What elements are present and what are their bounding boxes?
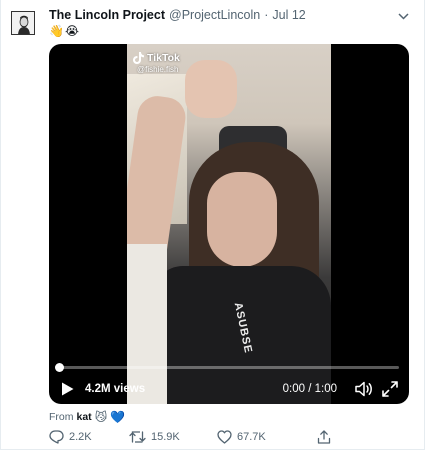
tiktok-watermark: TikTok @fishie.fish: [133, 52, 180, 74]
tiktok-brand: TikTok: [147, 52, 180, 64]
source-prefix: From: [49, 411, 74, 423]
like-button[interactable]: 67.7K: [217, 430, 317, 444]
video-player[interactable]: ASUBSE TikTok @fishie.fish 4.2M views 0:…: [49, 44, 409, 404]
crying-face-emoji: 😭: [64, 24, 79, 38]
video-controls: 4.2M views 0:00 / 1:00: [59, 378, 399, 400]
like-icon: [217, 430, 232, 444]
play-button[interactable]: [59, 381, 75, 397]
chevron-down-icon: [397, 12, 409, 20]
fullscreen-icon: [382, 381, 398, 397]
author-name[interactable]: The Lincoln Project: [49, 8, 165, 22]
avatar[interactable]: [11, 11, 35, 35]
person-fist: [185, 60, 237, 118]
reply-count: 2.2K: [69, 431, 92, 443]
share-button[interactable]: [317, 430, 331, 444]
play-icon: [61, 382, 73, 396]
video-frame: ASUBSE: [127, 44, 331, 404]
progress-handle[interactable]: [55, 363, 64, 372]
video-time: 0:00 / 1:00: [282, 383, 337, 395]
like-count: 67.7K: [237, 431, 266, 443]
share-icon: [317, 430, 331, 444]
author-handle[interactable]: @ProjectLincoln: [169, 8, 260, 22]
tweet-header: The Lincoln Project @ProjectLincoln · Ju…: [49, 8, 384, 26]
source-attribution: From kat 😼 💙: [49, 410, 125, 424]
reply-button[interactable]: 2.2K: [49, 430, 129, 444]
tweet-card: The Lincoln Project @ProjectLincoln · Ju…: [0, 0, 425, 450]
more-options-button[interactable]: [396, 9, 410, 23]
tiktok-logo-icon: [133, 52, 144, 64]
waving-hand-emoji: 👋: [49, 24, 64, 38]
reply-icon: [49, 430, 64, 444]
volume-icon: [355, 381, 372, 397]
retweet-icon: [129, 431, 146, 443]
tweet-actions: 2.2K 15.9K 67.7K: [49, 428, 359, 446]
fullscreen-button[interactable]: [381, 380, 399, 398]
retweet-count: 15.9K: [151, 431, 180, 443]
blue-heart-emoji: 💙: [110, 410, 126, 424]
header-separator: ·: [264, 8, 269, 22]
person-face: [207, 172, 277, 267]
lincoln-portrait-icon: [12, 12, 34, 34]
tiktok-username: @fishie.fish: [137, 65, 179, 74]
view-count: 4.2M views: [85, 383, 146, 395]
mute-button[interactable]: [355, 380, 373, 398]
video-progress-bar[interactable]: [55, 363, 399, 372]
retweet-button[interactable]: 15.9K: [129, 430, 217, 444]
tweet-date[interactable]: Jul 12: [272, 8, 305, 22]
tweet-text: 👋 😭: [49, 23, 79, 39]
cat-emoji: 😼: [94, 410, 108, 424]
source-user[interactable]: kat: [77, 411, 92, 423]
